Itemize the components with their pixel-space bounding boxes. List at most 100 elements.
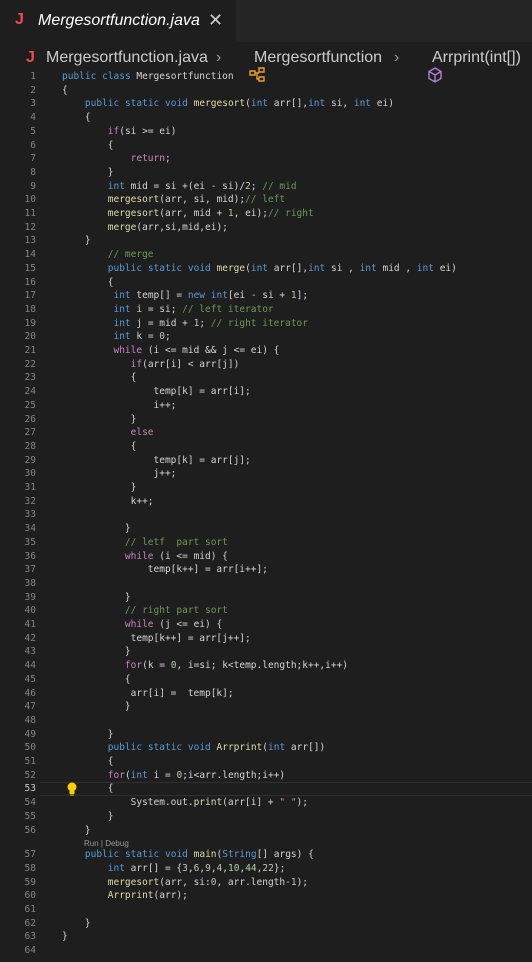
code-line[interactable]: { — [62, 371, 137, 385]
code-line[interactable]: } — [62, 824, 91, 838]
code-line[interactable]: { — [62, 111, 91, 125]
code-line[interactable]: int mid = si +(ei - si)/2; // mid — [62, 180, 297, 194]
breadcrumb-method[interactable]: Arrprint(int[]) — [432, 49, 521, 67]
code-line[interactable]: i++; — [62, 399, 177, 413]
line-number: 57 — [24, 849, 36, 861]
code-line[interactable]: int arr[] = {3,6,9,4,10,44,22}; — [62, 862, 286, 876]
code-line[interactable]: for(int i = 0;i<arr.length;i++) — [62, 769, 285, 783]
code-line[interactable]: Arrprint(arr); — [62, 889, 188, 903]
code-line[interactable]: } — [62, 166, 114, 180]
code-line[interactable]: { — [62, 84, 68, 98]
code-line[interactable]: } — [62, 810, 114, 824]
code-line[interactable]: if(si >= ei) — [62, 125, 177, 139]
line-number: 45 — [24, 673, 36, 685]
code-line[interactable]: temp[k++] = arr[j++]; — [62, 632, 251, 646]
code-line[interactable]: { — [62, 673, 131, 687]
code-line[interactable]: } — [62, 728, 114, 742]
code-line[interactable]: temp[k] = arr[j]; — [62, 454, 251, 468]
code-line[interactable]: { — [62, 139, 114, 153]
line-number: 31 — [24, 482, 36, 493]
code-line[interactable]: arr[i] = temp[k]; — [62, 687, 234, 701]
line-number: 7 — [30, 153, 36, 165]
code-line[interactable]: } — [62, 917, 91, 931]
line-number: 51 — [24, 756, 36, 767]
code-line[interactable]: } — [62, 522, 131, 536]
line-number: 42 — [24, 632, 36, 644]
code-line[interactable]: public class Mergesortfunction — [62, 70, 234, 84]
code-line[interactable]: temp[k++] = arr[i++]; — [62, 563, 268, 577]
code-line[interactable]: int i = si; // left iterator — [62, 303, 273, 317]
code-line[interactable]: int j = mid + 1; // right iterator — [62, 317, 308, 331]
code-line[interactable]: for(k = 0, i=si; k<temp.length;k++,i++) — [62, 659, 348, 673]
code-line[interactable]: mergesort(arr, si, mid);// left — [62, 193, 285, 207]
code-line[interactable]: int k = 0; — [62, 330, 170, 344]
breadcrumb-class[interactable]: Mergesortfunction — [254, 49, 382, 67]
breadcrumb: J Mergesortfunction.java › Mergesortfunc… — [0, 46, 532, 83]
line-number: 6 — [30, 139, 36, 151]
java-file-icon: J — [26, 49, 35, 66]
code-line[interactable]: while (i <= mid && j <= ei) { — [62, 344, 279, 358]
code-line[interactable]: int temp[] = new int[ei - si + 1]; — [62, 289, 308, 303]
line-number: 36 — [24, 550, 36, 562]
code-line[interactable]: } — [62, 930, 68, 944]
line-number: 46 — [24, 687, 36, 699]
code-line[interactable]: } — [62, 591, 131, 605]
line-number: 10 — [24, 194, 36, 206]
code-line[interactable]: k++; — [62, 495, 154, 509]
code-line[interactable]: return; — [62, 152, 171, 166]
line-number: 44 — [24, 660, 36, 672]
line-number: 26 — [24, 413, 36, 425]
code-line[interactable]: public static void Arrprint(int arr[]) — [62, 741, 325, 755]
line-number: 13 — [24, 235, 36, 247]
line-number: 4 — [30, 112, 36, 124]
code-line[interactable]: mergesort(arr, mid + 1, ei);// right — [62, 207, 314, 221]
code-line[interactable]: else — [62, 426, 154, 440]
breadcrumb-file[interactable]: Mergesortfunction.java — [46, 49, 208, 67]
code-line[interactable]: } — [62, 645, 131, 659]
code-line[interactable]: public static void merge(int arr[],int s… — [62, 262, 457, 276]
tab-mergesortfunction[interactable]: J Mergesortfunction.java ✕ — [0, 0, 236, 42]
line-number: 30 — [24, 468, 36, 480]
code-line[interactable]: j++; — [62, 467, 177, 481]
code-line[interactable]: System.out.print(arr[i] + " "); — [62, 796, 308, 810]
line-number: 1 — [30, 71, 36, 82]
code-line[interactable]: // letf part sort — [62, 536, 228, 550]
code-line[interactable]: } — [62, 413, 137, 427]
line-number: 5 — [30, 125, 36, 137]
line-number: 41 — [24, 619, 36, 630]
line-number: 39 — [24, 591, 36, 603]
code-line[interactable]: mergesort(arr, si:0, arr.length-1); — [62, 876, 308, 890]
line-number: 40 — [24, 605, 36, 617]
line-number: 21 — [24, 345, 36, 356]
code-line[interactable]: { — [62, 276, 114, 290]
code-line[interactable]: } — [62, 234, 91, 248]
java-file-icon: J — [15, 11, 24, 28]
code-line[interactable]: while (j <= ei) { — [62, 618, 222, 632]
line-number: 52 — [24, 769, 36, 781]
close-icon[interactable]: ✕ — [208, 10, 223, 31]
code-line[interactable]: { — [62, 782, 114, 796]
line-number: 17 — [24, 290, 36, 302]
code-line[interactable]: // merge — [62, 248, 154, 262]
line-number: 61 — [24, 904, 36, 915]
code-line[interactable]: } — [62, 481, 137, 495]
code-line[interactable]: // right part sort — [62, 604, 228, 618]
code-line[interactable]: public static void mergesort(int arr[],i… — [62, 97, 394, 111]
line-number: 53 — [24, 783, 36, 795]
line-number: 56 — [24, 824, 36, 836]
code-line[interactable]: public static void main(String[] args) { — [62, 848, 314, 862]
line-number: 47 — [24, 701, 36, 713]
code-line[interactable]: } — [62, 700, 131, 714]
codelens-run-debug[interactable]: Run | Debug — [84, 839, 129, 848]
code-line[interactable]: if(arr[i] < arr[j]) — [62, 358, 240, 372]
line-number: 32 — [24, 495, 36, 507]
code-line[interactable]: { — [62, 440, 137, 454]
chevron-right-icon: › — [216, 49, 222, 66]
code-line[interactable]: while (i <= mid) { — [62, 550, 228, 564]
code-line[interactable]: temp[k] = arr[i]; — [62, 385, 251, 399]
code-line[interactable]: { — [62, 755, 114, 769]
current-line-highlight — [40, 782, 532, 797]
code-line[interactable]: merge(arr,si,mid,ei); — [62, 221, 228, 235]
line-number: 18 — [24, 303, 36, 315]
line-number: 54 — [24, 797, 36, 809]
